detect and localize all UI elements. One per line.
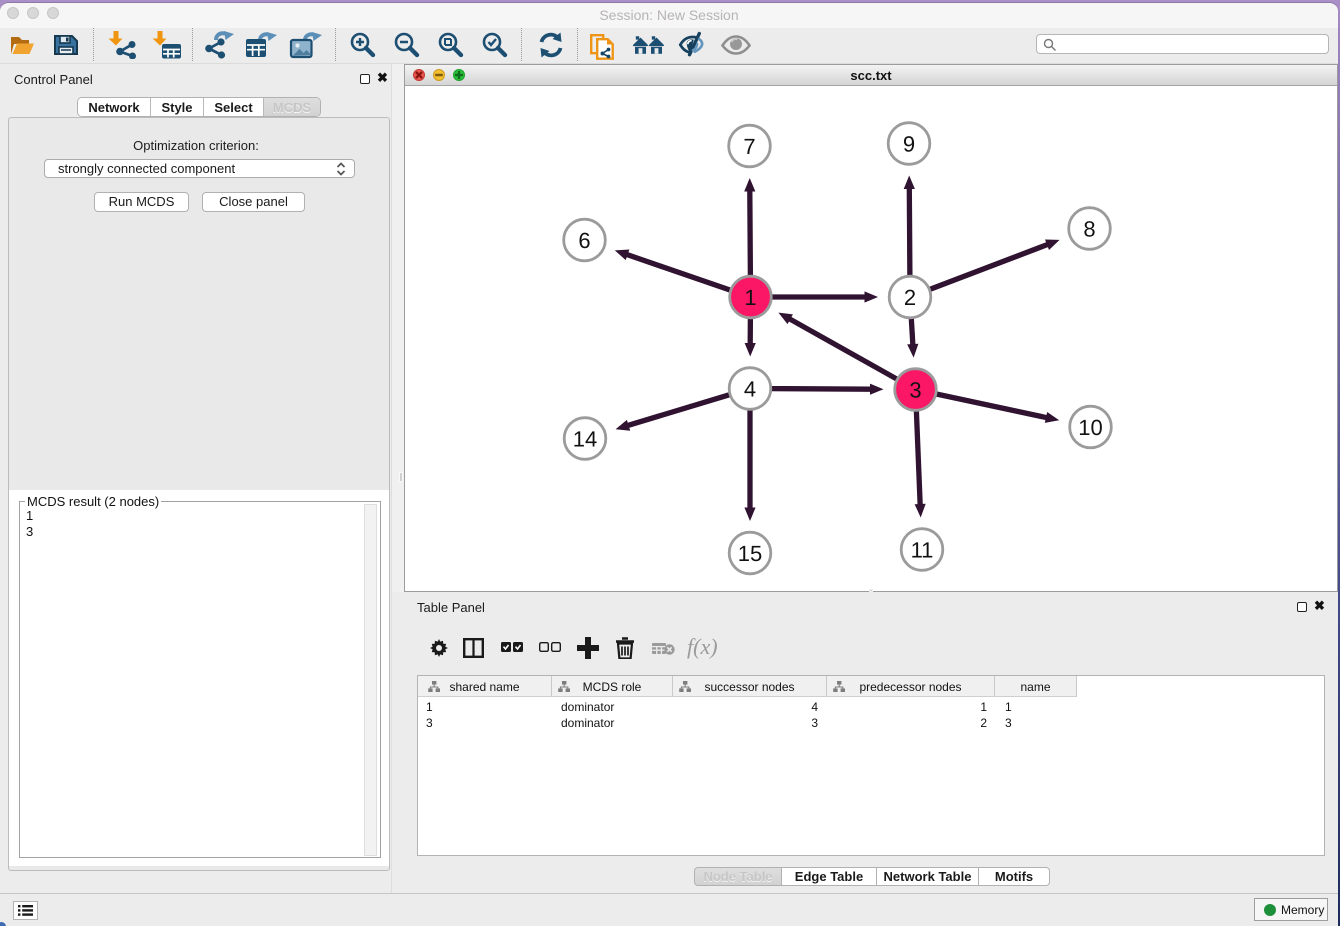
svg-text:11: 11 (911, 538, 934, 563)
svg-text:7: 7 (743, 134, 755, 159)
svg-text:4: 4 (744, 377, 756, 402)
svg-text:2: 2 (904, 285, 916, 310)
svg-text:1: 1 (744, 285, 756, 310)
svg-text:6: 6 (578, 228, 590, 253)
svg-text:15: 15 (738, 541, 762, 566)
svg-text:14: 14 (573, 427, 597, 452)
svg-text:10: 10 (1078, 415, 1102, 440)
svg-text:8: 8 (1083, 217, 1095, 242)
svg-text:9: 9 (903, 132, 915, 157)
svg-text:3: 3 (909, 378, 921, 403)
